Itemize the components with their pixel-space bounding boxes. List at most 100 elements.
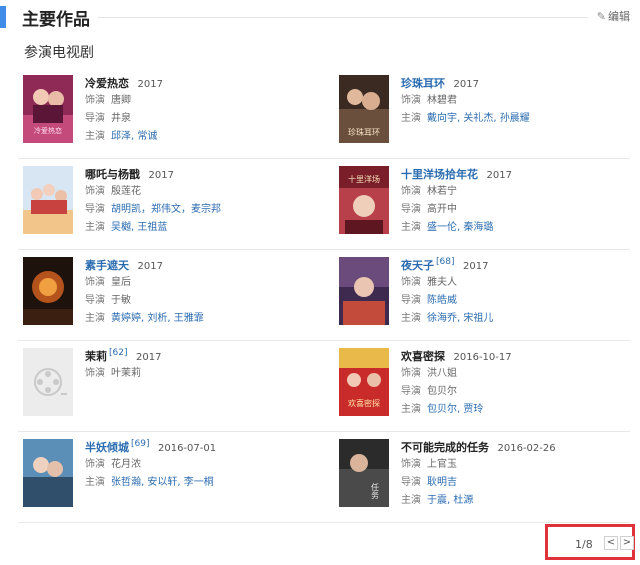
work-title[interactable]: 不可能完成的任务 bbox=[401, 441, 489, 454]
cast-label: 主演 bbox=[401, 113, 421, 124]
director-label: 导演 bbox=[401, 477, 421, 488]
next-page-button[interactable]: > bbox=[620, 536, 634, 550]
work-year: 2017 bbox=[137, 79, 163, 90]
svg-text:任务: 任务 bbox=[371, 482, 380, 500]
cast-value[interactable]: 邱泽, 常诚 bbox=[111, 131, 157, 142]
poster-image[interactable] bbox=[23, 439, 73, 507]
work-year: 2017 bbox=[137, 261, 163, 272]
svg-text:十里洋场: 十里洋场 bbox=[348, 174, 380, 184]
director-value: 于敏 bbox=[111, 295, 131, 306]
director-value[interactable]: 胡明凯，郑伟文，麦宗邦 bbox=[111, 204, 221, 215]
work-item: 任务 不可能完成的任务 2016-02-26 饰演 上官玉 导演 耿明吉 主演 于震,… bbox=[339, 439, 629, 513]
works-row: 哪吒与杨戬 2017 饰演 殷莲花 导演 胡明凯，郑伟文，麦宗邦 主演 吴樾, 王祖蓝… bbox=[18, 159, 630, 250]
citation-ref[interactable]: [62] bbox=[109, 348, 127, 358]
work-title[interactable]: 半妖倾城 bbox=[85, 441, 129, 454]
role-label: 饰演 bbox=[401, 186, 421, 197]
work-item: 冷爱热恋 冷爱热恋 2017 饰演 唐卿 导演 井泉 主演 邱泽, 常诚 bbox=[23, 75, 313, 149]
citation-ref[interactable]: [68] bbox=[436, 257, 454, 267]
work-title[interactable]: 冷爱热恋 bbox=[85, 77, 129, 90]
work-title[interactable]: 茉莉 bbox=[85, 350, 107, 363]
svg-text:欢喜密探: 欢喜密探 bbox=[348, 398, 380, 408]
poster-image[interactable] bbox=[23, 166, 73, 234]
work-title[interactable]: 欢喜密探 bbox=[401, 350, 445, 363]
works-row: 素手遮天 2017 饰演 皇后 导演 于敏 主演 黄婷婷, 刘析, 王雅霏 夜天子 bbox=[18, 250, 630, 341]
director-label: 导演 bbox=[85, 295, 105, 306]
role-value: 皇后 bbox=[111, 277, 131, 288]
director-value: 井泉 bbox=[111, 113, 131, 124]
work-item: 珍珠耳环 珍珠耳环 2017 饰演 林碧君 主演 戴向宇, 关礼杰, 孙晨耀 bbox=[339, 75, 629, 149]
title-divider bbox=[98, 17, 588, 18]
works-row: 半妖倾城 [69] 2016-07-01 饰演 花月浓 主演 张哲瀚, 安以轩, 李一… bbox=[18, 432, 630, 523]
citation-ref[interactable]: [69] bbox=[131, 439, 149, 449]
director-label: 导演 bbox=[85, 113, 105, 124]
work-title[interactable]: 珍珠耳环 bbox=[401, 77, 445, 90]
cast-label: 主演 bbox=[401, 495, 421, 506]
section-title: 主要作品 bbox=[22, 10, 90, 30]
director-value: 高开中 bbox=[427, 204, 457, 215]
works-row: 茉莉 [62] 2017 饰演 叶茉莉 欢喜密探 欢喜密探 2016-10-17… bbox=[18, 341, 630, 432]
cast-label: 主演 bbox=[401, 222, 421, 233]
works-grid: 冷爱热恋 冷爱热恋 2017 饰演 唐卿 导演 井泉 主演 邱泽, 常诚 珍珠耳… bbox=[18, 68, 630, 523]
cast-value[interactable]: 徐海乔, 宋祖儿 bbox=[427, 313, 493, 324]
edit-label: 编辑 bbox=[608, 10, 630, 23]
svg-text:珍珠耳环: 珍珠耳环 bbox=[348, 127, 380, 137]
role-value: 林碧君 bbox=[427, 95, 457, 106]
role-value: 叶茉莉 bbox=[111, 368, 141, 379]
work-year: 2017 bbox=[148, 170, 174, 181]
work-item: 茉莉 [62] 2017 饰演 叶茉莉 bbox=[23, 348, 313, 422]
role-value: 林若宁 bbox=[427, 186, 457, 197]
work-item: 哪吒与杨戬 2017 饰演 殷莲花 导演 胡明凯，郑伟文，麦宗邦 主演 吴樾, 王祖蓝 bbox=[23, 166, 313, 240]
prev-page-button[interactable]: < bbox=[604, 536, 618, 550]
cast-label: 主演 bbox=[85, 313, 105, 324]
role-label: 饰演 bbox=[85, 368, 105, 379]
work-title[interactable]: 素手遮天 bbox=[85, 259, 129, 272]
director-value[interactable]: 陈皓威 bbox=[427, 295, 457, 306]
role-label: 饰演 bbox=[85, 277, 105, 288]
poster-placeholder[interactable] bbox=[23, 348, 73, 416]
role-value: 上官玉 bbox=[427, 459, 457, 470]
work-item: 素手遮天 2017 饰演 皇后 导演 于敏 主演 黄婷婷, 刘析, 王雅霏 bbox=[23, 257, 313, 331]
poster-image[interactable]: 冷爱热恋 bbox=[23, 75, 73, 143]
poster-image[interactable]: 珍珠耳环 bbox=[339, 75, 389, 143]
poster-image[interactable]: 十里洋场 bbox=[339, 166, 389, 234]
work-item: 十里洋场 十里洋场拾年花 2017 饰演 林若宁 导演 高开中 主演 盛一伦, 秦海璐 bbox=[339, 166, 629, 240]
work-year: 2017 bbox=[462, 261, 489, 272]
poster-image[interactable] bbox=[339, 257, 389, 325]
role-label: 饰演 bbox=[401, 277, 421, 288]
director-label: 导演 bbox=[401, 386, 421, 397]
director-label: 导演 bbox=[85, 204, 105, 215]
work-title[interactable]: 夜天子 bbox=[401, 259, 434, 272]
work-year: 2017 bbox=[135, 352, 162, 363]
pager: 1/8 < > bbox=[545, 524, 635, 560]
subheading: 参演电视剧 bbox=[24, 45, 94, 61]
cast-value[interactable]: 吴樾, 王祖蓝 bbox=[111, 222, 167, 233]
cast-label: 主演 bbox=[85, 477, 105, 488]
role-value: 唐卿 bbox=[111, 95, 131, 106]
cast-value[interactable]: 盛一伦, 秦海璐 bbox=[427, 222, 493, 233]
role-value: 雅夫人 bbox=[427, 277, 457, 288]
svg-text:冷爱热恋: 冷爱热恋 bbox=[34, 126, 62, 135]
poster-image[interactable] bbox=[23, 257, 73, 325]
pencil-icon: ✎ bbox=[596, 9, 606, 23]
section-accent-bar bbox=[0, 6, 6, 28]
role-label: 饰演 bbox=[85, 186, 105, 197]
role-label: 饰演 bbox=[85, 459, 105, 470]
cast-value[interactable]: 包贝尔, 贾玲 bbox=[427, 404, 483, 415]
role-label: 饰演 bbox=[85, 95, 105, 106]
work-title[interactable]: 十里洋场拾年花 bbox=[401, 168, 478, 181]
poster-image[interactable]: 任务 bbox=[339, 439, 389, 507]
role-label: 饰演 bbox=[401, 95, 421, 106]
edit-link[interactable]: ✎ 编辑 bbox=[597, 8, 630, 24]
cast-value[interactable]: 黄婷婷, 刘析, 王雅霏 bbox=[111, 313, 204, 324]
cast-label: 主演 bbox=[401, 313, 421, 324]
director-label: 导演 bbox=[401, 295, 421, 306]
cast-value[interactable]: 戴向宇, 关礼杰, 孙晨耀 bbox=[427, 113, 530, 124]
work-title[interactable]: 哪吒与杨戬 bbox=[85, 168, 140, 181]
cast-value[interactable]: 于震, 杜源 bbox=[427, 495, 473, 506]
cast-label: 主演 bbox=[85, 131, 105, 142]
poster-image[interactable]: 欢喜密探 bbox=[339, 348, 389, 416]
cast-value[interactable]: 张哲瀚, 安以轩, 李一桐 bbox=[111, 477, 214, 488]
work-year: 2016-07-01 bbox=[157, 443, 217, 454]
work-year: 2016-02-26 bbox=[497, 443, 556, 454]
director-value[interactable]: 耿明吉 bbox=[427, 477, 457, 488]
